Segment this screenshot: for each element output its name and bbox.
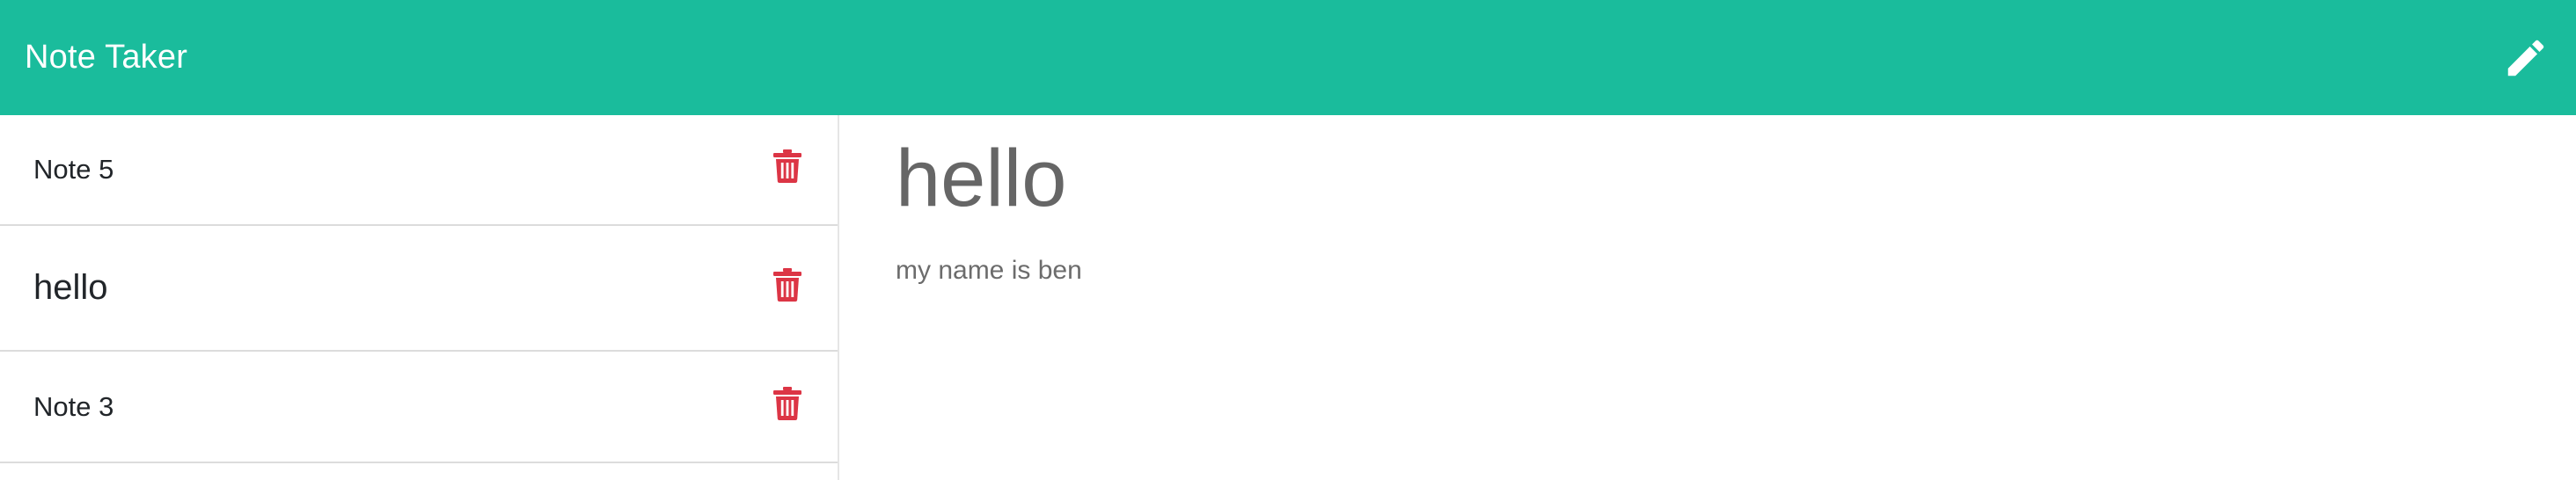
note-title: Note 3 (33, 390, 114, 422)
trash-icon[interactable] (772, 267, 802, 302)
trash-icon-graphic (773, 149, 801, 183)
note-text-area[interactable]: my name is ben (896, 256, 1082, 286)
pencil-icon-graphic (2507, 40, 2544, 76)
main-content: Note 5 hello Note 3 hello my name is ben (0, 115, 2576, 480)
app-title[interactable]: Note Taker (25, 39, 187, 76)
note-list-panel: Note 5 hello Note 3 (0, 115, 839, 480)
trash-icon[interactable] (772, 386, 802, 421)
navbar: Note Taker (0, 0, 2576, 115)
note-list: Note 5 hello Note 3 (0, 115, 838, 463)
note-editor: hello my name is ben (896, 115, 2550, 480)
trash-icon-graphic (773, 267, 801, 302)
pencil-icon[interactable] (2500, 33, 2551, 84)
note-title: Note 5 (33, 154, 114, 185)
list-item[interactable]: Note 5 (0, 115, 838, 226)
note-title: hello (33, 268, 108, 307)
trash-icon-graphic (773, 386, 801, 420)
trash-icon[interactable] (772, 149, 802, 184)
list-item[interactable]: hello (0, 226, 838, 352)
note-title-input[interactable]: hello (896, 138, 1066, 219)
list-item[interactable]: Note 3 (0, 352, 838, 463)
